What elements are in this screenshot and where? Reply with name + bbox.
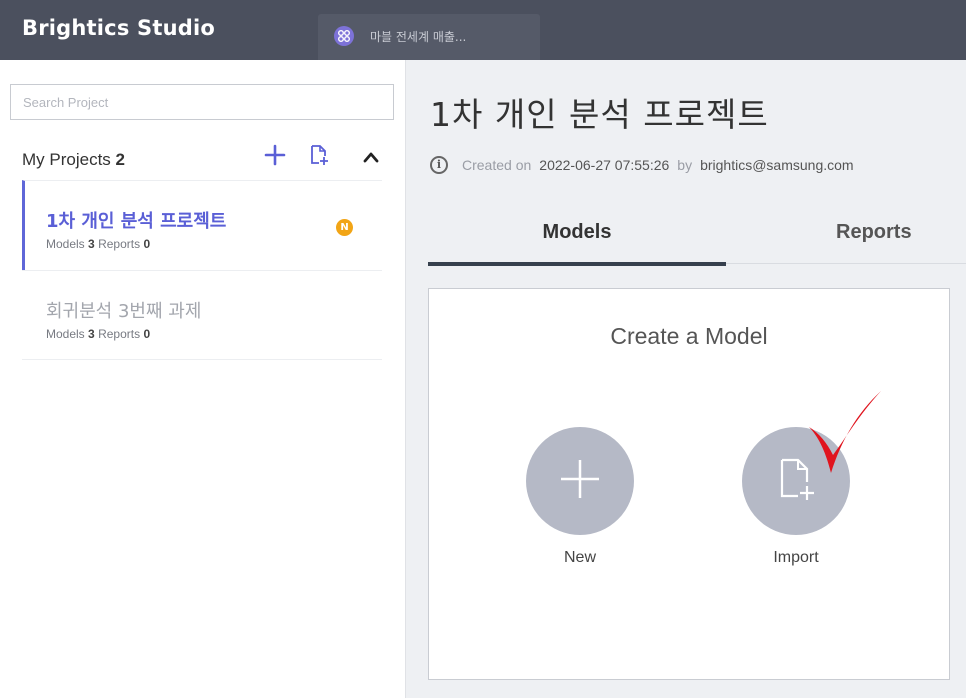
project-meta: Models 3 Reports 0: [46, 327, 150, 341]
new-badge-icon: N: [336, 219, 353, 236]
open-tab-label: 마블 전세계 매출...: [370, 30, 467, 44]
project-name: 1차 개인 분석 프로젝트: [46, 211, 227, 232]
plus-icon: [557, 456, 603, 507]
tab-reports-label: Reports: [836, 221, 912, 243]
by-label: by: [677, 157, 693, 173]
models-count: 3: [88, 327, 95, 341]
models-label: Models: [46, 237, 85, 251]
app-title: Brightics Studio: [22, 16, 216, 40]
chevron-up-icon: [362, 150, 380, 169]
tab-models[interactable]: Models: [428, 204, 726, 266]
reports-count: 0: [143, 237, 151, 251]
models-label: Models: [46, 327, 85, 341]
created-label: Created on: [462, 157, 532, 173]
create-model-title: Create a Model: [610, 323, 768, 349]
new-model-button[interactable]: [526, 427, 634, 535]
open-model-tab[interactable]: 마블 전세계 매출...: [318, 14, 540, 60]
reports-count: 0: [143, 327, 151, 341]
collapse-projects-button[interactable]: [358, 146, 384, 172]
project-info: i Created on 2022-06-27 07:55:26 by brig…: [430, 156, 862, 174]
author: brightics@samsung.com: [700, 157, 854, 173]
tab-reports[interactable]: Reports: [728, 204, 966, 264]
info-icon: i: [430, 156, 448, 174]
created-date: 2022-06-27 07:55:26: [539, 157, 670, 173]
page-title: 1차 개인 분석 프로젝트: [430, 95, 769, 134]
import-model-label: Import: [773, 549, 819, 566]
project-item[interactable]: 회귀분석 3번째 과제 Models 3 Reports 0: [22, 270, 382, 360]
plus-icon: [264, 144, 286, 171]
checkmark-icon: [805, 387, 885, 484]
project-meta: Models 3 Reports 0: [46, 237, 150, 251]
search-project-input[interactable]: [10, 84, 394, 120]
model-tab-icon: [334, 26, 354, 46]
add-project-button[interactable]: [262, 144, 288, 170]
my-projects-label: My Projects: [22, 150, 111, 169]
tab-models-label: Models: [542, 221, 612, 243]
reports-label: Reports: [98, 237, 141, 251]
project-name: 회귀분석 3번째 과제: [46, 301, 202, 322]
my-projects-title: My Projects 2: [22, 150, 125, 170]
import-project-button[interactable]: [306, 144, 332, 170]
active-tab-indicator: [428, 262, 726, 266]
reports-label: Reports: [98, 327, 141, 341]
main-panel: 1차 개인 분석 프로젝트 i Created on 2022-06-27 07…: [406, 60, 966, 698]
import-file-icon: [309, 144, 329, 171]
project-count: 2: [115, 150, 125, 169]
project-item-active[interactable]: 1차 개인 분석 프로젝트 Models 3 Reports 0 N: [22, 180, 382, 270]
new-model-label: New: [563, 549, 596, 566]
create-model-card: Create a Model New Import: [428, 288, 950, 680]
project-list: 1차 개인 분석 프로젝트 Models 3 Reports 0 N 회귀분석 …: [22, 180, 382, 360]
content-tabs: Models Reports: [428, 204, 966, 266]
models-count: 3: [88, 237, 95, 251]
sidebar: My Projects 2 1차 개인: [0, 60, 406, 698]
top-bar: Brightics Studio 마블 전세계 매출...: [0, 0, 966, 60]
my-projects-header: My Projects 2: [22, 140, 384, 180]
